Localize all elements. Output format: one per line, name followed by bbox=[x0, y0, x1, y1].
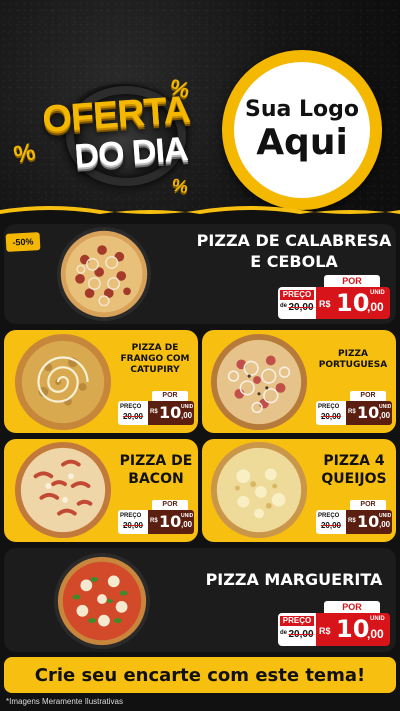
price-tag-4-queijos: POR PREÇO 20,00 R$ 10 UNID ,00 bbox=[316, 500, 392, 534]
currency-symbol: R$ bbox=[348, 518, 356, 524]
title-line: PIZZA MARGUERITA bbox=[205, 570, 383, 589]
price-integer: 10 bbox=[336, 289, 370, 317]
logo-inner-circle: Sua Logo Aqui bbox=[234, 62, 370, 198]
preco-label: PREÇO bbox=[318, 404, 340, 410]
price-integer: 10 bbox=[159, 403, 182, 422]
price-cents: ,00 bbox=[367, 300, 384, 314]
old-price: 20,00 bbox=[288, 302, 314, 313]
title-line: PIZZA DE CALABRESA bbox=[196, 231, 392, 250]
price-tag-bacon: POR PREÇO 20,00 R$ 10 UNID ,00 bbox=[118, 500, 194, 534]
unit-label: UNID bbox=[370, 616, 385, 622]
price-cents: ,00 bbox=[181, 520, 193, 529]
old-price: 20,00 bbox=[122, 521, 144, 530]
pizza-calabresa-image bbox=[54, 226, 154, 322]
pizza-portuguesa-image bbox=[210, 333, 308, 431]
title-line: QUEIJOS bbox=[321, 471, 387, 487]
preco-label: PREÇO bbox=[280, 290, 314, 300]
title-line: PIZZA DE bbox=[131, 343, 179, 353]
price-tag-frango: POR PREÇO 20,00 R$ 10 UNID ,00 bbox=[118, 391, 194, 425]
logo-text-line2: Aqui bbox=[256, 122, 348, 163]
por-label: POR bbox=[350, 500, 386, 510]
pizza-bacon-image bbox=[14, 441, 112, 539]
header-wave-divider bbox=[0, 206, 400, 224]
new-price-box: R$ 10 UNID ,00 bbox=[346, 401, 392, 425]
preco-label: PREÇO bbox=[120, 513, 142, 519]
currency-symbol: R$ bbox=[348, 409, 356, 415]
title-line: BACON bbox=[128, 471, 184, 487]
currency-symbol: R$ bbox=[319, 299, 331, 309]
product-title-marguerita: PIZZA MARGUERITA bbox=[196, 570, 392, 590]
title-line: PIZZA 4 bbox=[323, 453, 385, 469]
product-title-frango: PIZZA DE FRANGO COM CATUPIRY bbox=[112, 343, 198, 376]
preco-label: PREÇO bbox=[120, 404, 142, 410]
title-line: PIZZA bbox=[338, 349, 368, 359]
price-tag-portuguesa: POR PREÇO 20,00 R$ 10 UNID ,00 bbox=[316, 391, 392, 425]
title-line: E CEBOLA bbox=[250, 252, 338, 271]
headline-do-dia: DO DIA bbox=[73, 130, 189, 176]
price-cents: ,00 bbox=[379, 520, 391, 529]
product-title-calabresa: PIZZA DE CALABRESA E CEBOLA bbox=[196, 230, 392, 272]
disclaimer-text: *Imagens Meramente Ilustrativas bbox=[6, 697, 123, 706]
currency-symbol: R$ bbox=[319, 626, 331, 636]
new-price-box: R$ 10 UNID ,00 bbox=[316, 613, 390, 646]
preco-label: PREÇO bbox=[318, 513, 340, 519]
unit-label: UNID bbox=[370, 290, 385, 296]
price-tag-calabresa: POR PREÇO de 20,00 R$ 10 UNID ,00 bbox=[278, 275, 390, 320]
pizza-4-queijos-image bbox=[210, 441, 308, 539]
title-line: PIZZA DE bbox=[119, 453, 193, 469]
logo-placeholder[interactable]: Sua Logo Aqui bbox=[222, 50, 382, 210]
price-integer: 10 bbox=[336, 615, 370, 643]
por-label: POR bbox=[152, 500, 188, 510]
price-integer: 10 bbox=[159, 512, 182, 531]
title-line: PORTUGUESA bbox=[318, 360, 388, 370]
old-price: 20,00 bbox=[320, 412, 342, 421]
unit-label: UNID bbox=[181, 513, 194, 519]
por-label: POR bbox=[350, 391, 386, 401]
pizza-frango-image bbox=[14, 333, 112, 431]
unit-label: UNID bbox=[379, 513, 392, 519]
por-label: POR bbox=[324, 275, 380, 287]
price-integer: 10 bbox=[357, 512, 380, 531]
price-cents: ,00 bbox=[367, 627, 384, 641]
por-label: POR bbox=[324, 601, 380, 613]
price-cents: ,00 bbox=[181, 411, 193, 420]
old-price: 20,00 bbox=[320, 521, 342, 530]
title-line: CATUPIRY bbox=[130, 365, 180, 375]
currency-symbol: R$ bbox=[150, 409, 158, 415]
currency-symbol: R$ bbox=[150, 518, 158, 524]
unit-label: UNID bbox=[379, 404, 392, 410]
product-title-bacon: PIZZA DE BACON bbox=[116, 452, 196, 488]
header-banner: OFERTA DO DIA % % % Sua Logo Aqui bbox=[0, 0, 400, 212]
new-price-box: R$ 10 UNID ,00 bbox=[316, 287, 390, 319]
unit-label: UNID bbox=[181, 404, 194, 410]
por-label: POR bbox=[152, 391, 188, 401]
product-title-4-queijos: PIZZA 4 QUEIJOS bbox=[312, 452, 396, 488]
preco-label: PREÇO bbox=[280, 616, 314, 626]
new-price-box: R$ 10 UNID ,00 bbox=[346, 510, 392, 534]
price-integer: 10 bbox=[357, 403, 380, 422]
logo-text-line1: Sua Logo bbox=[244, 97, 359, 122]
old-price: 20,00 bbox=[122, 412, 144, 421]
product-title-portuguesa: PIZZA PORTUGUESA bbox=[312, 349, 394, 371]
price-cents: ,00 bbox=[379, 411, 391, 420]
cta-banner[interactable]: Crie seu encarte com este tema! bbox=[4, 657, 396, 693]
discount-badge: -50% bbox=[5, 232, 41, 252]
new-price-box: R$ 10 UNID ,00 bbox=[148, 510, 194, 534]
price-tag-marguerita: POR PREÇO de 20,00 R$ 10 UNID ,00 bbox=[278, 601, 390, 647]
pizza-marguerita-image bbox=[52, 552, 152, 650]
new-price-box: R$ 10 UNID ,00 bbox=[148, 401, 194, 425]
title-line: FRANGO COM bbox=[120, 354, 190, 364]
old-price: 20,00 bbox=[288, 629, 314, 640]
